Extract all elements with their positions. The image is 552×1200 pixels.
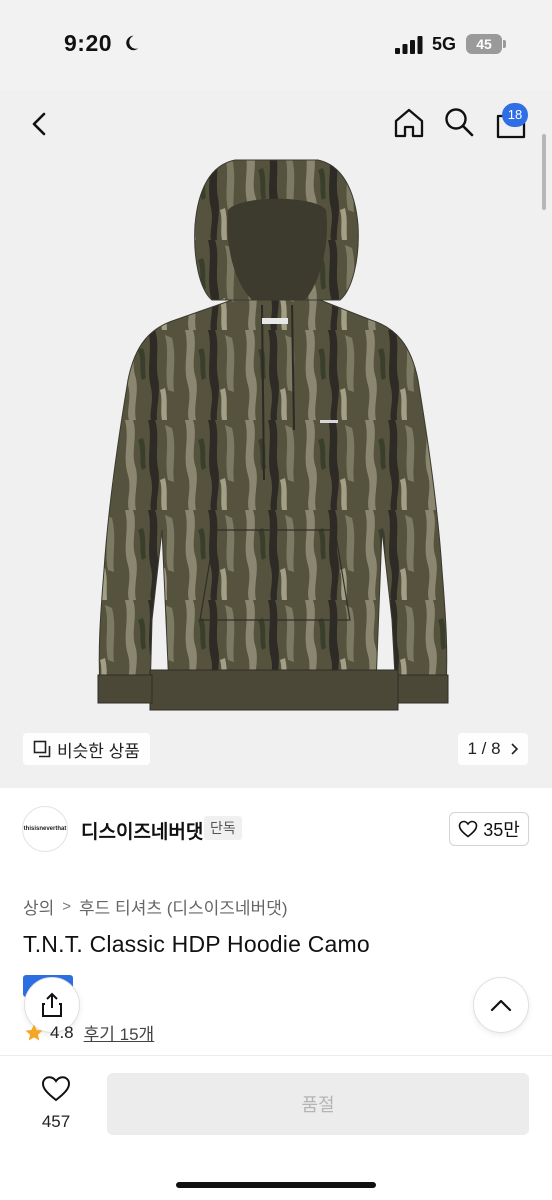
cart-count-badge: 18 <box>502 103 528 127</box>
signal-icon <box>395 36 423 54</box>
wishlist-count: 457 <box>41 1112 71 1131</box>
battery-nub <box>503 40 506 48</box>
pager-text: 1 / 8 <box>467 739 501 758</box>
star-icon <box>25 1024 43 1040</box>
chevron-up-icon <box>490 999 512 1012</box>
similar-products-button[interactable]: 비슷한 상품 <box>23 733 150 765</box>
copy-icon <box>33 740 51 758</box>
breadcrumb: 상의 > 후드 티셔츠 (디스이즈네버댓) <box>23 894 288 919</box>
status-bar: 9:20 5G 45 <box>0 0 552 90</box>
wishlist-button[interactable]: 457 <box>30 1075 82 1132</box>
reviews-link[interactable]: 후기 15개 <box>84 1020 155 1045</box>
heart-icon <box>458 820 478 838</box>
brand-logo[interactable]: thisisneverthat <box>22 806 68 852</box>
product-image-gallery[interactable]: 18 비슷한 상품 1 / 8 <box>0 90 552 788</box>
back-arrow-icon[interactable] <box>26 110 54 138</box>
moon-icon <box>126 35 139 51</box>
status-time: 9:20 <box>64 30 113 56</box>
scroll-top-button[interactable] <box>473 977 529 1033</box>
brand-like-count: 35만 <box>483 820 520 840</box>
scrollbar[interactable] <box>542 134 546 210</box>
chevron-right-icon <box>510 743 518 755</box>
exclusive-badge: 단독 <box>204 816 242 840</box>
product-title: T.N.T. Classic HDP Hoodie Camo <box>23 931 370 957</box>
brand-logo-text: thisisneverthat <box>23 826 67 832</box>
similar-products-label: 비슷한 상품 <box>57 741 140 761</box>
brand-like-button[interactable]: 35만 <box>449 812 529 846</box>
heart-icon <box>41 1076 71 1102</box>
home-icon[interactable] <box>392 106 426 140</box>
rating-score: 4.8 <box>50 1022 74 1042</box>
network-type: 5G <box>432 34 457 54</box>
breadcrumb-level2[interactable]: 후드 티셔츠 (디스이즈네버댓) <box>79 894 287 919</box>
share-icon <box>42 992 62 1017</box>
product-photo <box>97 159 449 711</box>
sold-out-button[interactable]: 품절 <box>107 1073 529 1135</box>
breadcrumb-separator-icon: > <box>62 898 72 915</box>
rating-row: 4.8 후기 15개 <box>24 1020 154 1045</box>
battery-level: 45 <box>466 34 502 54</box>
home-indicator <box>176 1182 376 1188</box>
brand-name[interactable]: 디스이즈네버댓 <box>81 817 203 844</box>
breadcrumb-level1[interactable]: 상의 <box>23 894 54 919</box>
search-icon[interactable] <box>443 106 475 138</box>
image-pager[interactable]: 1 / 8 <box>458 733 528 765</box>
